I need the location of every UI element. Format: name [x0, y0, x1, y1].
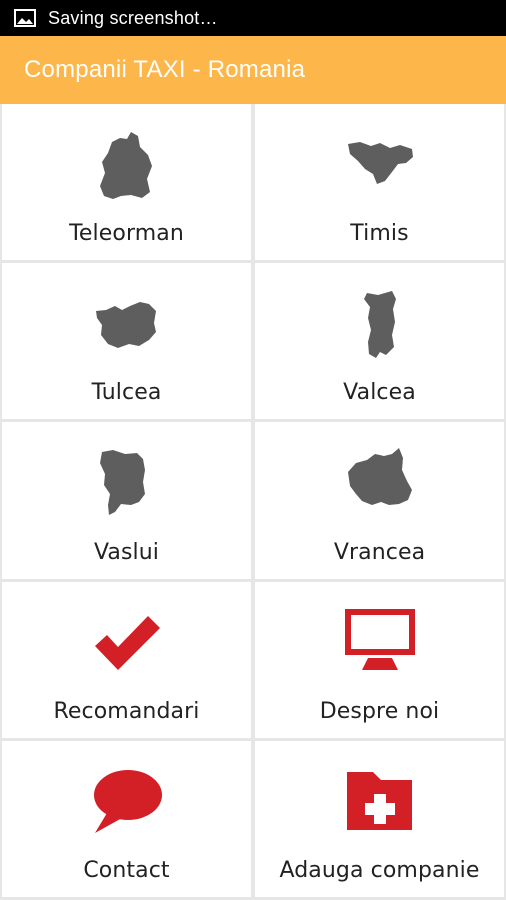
tile-timis[interactable]: Timis — [255, 104, 504, 261]
vrancea-map-icon — [337, 442, 423, 524]
status-text: Saving screenshot… — [48, 7, 218, 28]
tile-despre-noi[interactable]: Despre noi — [255, 581, 504, 738]
screen: Saving screenshot… Companii TAXI - Roman… — [0, 0, 506, 900]
folder-plus-icon — [337, 761, 423, 843]
tile-vrancea[interactable]: Vrancea — [255, 422, 504, 579]
tile-label: Adauga companie — [279, 857, 480, 883]
valcea-map-icon — [337, 283, 423, 365]
tile-label: Despre noi — [319, 698, 440, 724]
status-bar: Saving screenshot… — [0, 0, 506, 36]
tile-adauga-companie[interactable]: Adauga companie — [255, 740, 504, 897]
tile-contact[interactable]: Contact — [2, 740, 251, 897]
tile-tulcea[interactable]: Tulcea — [2, 263, 251, 420]
tile-label: Timis — [350, 221, 409, 247]
image-icon — [14, 9, 36, 27]
menu-grid: Teleorman Timis Tulcea Valcea Vaslui Vra… — [0, 104, 506, 900]
speech-bubble-icon — [84, 761, 170, 843]
tile-teleorman[interactable]: Teleorman — [2, 104, 251, 261]
tile-valcea[interactable]: Valcea — [255, 263, 504, 420]
tile-label: Recomandari — [53, 698, 200, 724]
tile-label: Vaslui — [93, 539, 160, 565]
timis-map-icon — [337, 124, 423, 206]
vaslui-map-icon — [84, 442, 170, 524]
tile-label: Teleorman — [69, 221, 184, 247]
app-bar: Companii TAXI - Romania — [0, 36, 506, 104]
tile-label: Contact — [83, 857, 170, 883]
tulcea-map-icon — [84, 283, 170, 365]
tile-recomandari[interactable]: Recomandari — [2, 581, 251, 738]
app-title: Companii TAXI - Romania — [24, 56, 306, 83]
monitor-icon — [337, 602, 423, 684]
tile-label: Valcea — [343, 380, 416, 406]
tile-vaslui[interactable]: Vaslui — [2, 422, 251, 579]
tile-label: Tulcea — [91, 380, 162, 406]
teleorman-map-icon — [84, 124, 170, 206]
tile-label: Vrancea — [333, 539, 426, 565]
checkmark-icon — [84, 602, 170, 684]
